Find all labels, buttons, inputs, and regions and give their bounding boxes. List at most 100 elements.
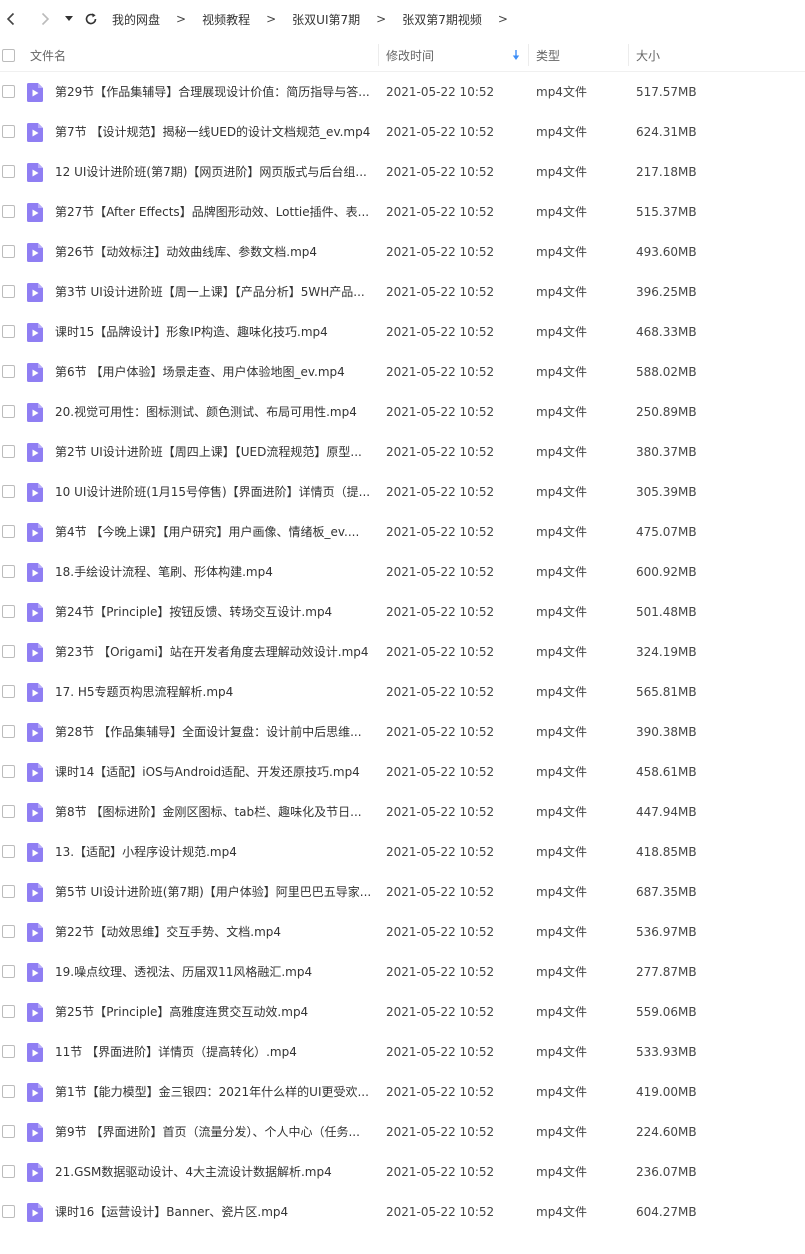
file-name[interactable]: 20.视觉可用性：图标测试、颜色测试、布局可用性.mp4 — [55, 392, 373, 432]
file-row[interactable]: 第28节 【作品集辅导】全面设计复盘：设计前中后思维... 2021-05-22… — [0, 712, 805, 752]
column-divider[interactable] — [528, 44, 529, 66]
row-checkbox[interactable] — [2, 1125, 15, 1138]
refresh-button[interactable] — [80, 0, 102, 38]
row-checkbox[interactable] — [2, 1085, 15, 1098]
file-name[interactable]: 13.【适配】小程序设计规范.mp4 — [55, 832, 373, 872]
file-name[interactable]: 11节 【界面进阶】详情页（提高转化）.mp4 — [55, 1032, 373, 1072]
file-name[interactable]: 课时14【适配】iOS与Android适配、开发还原技巧.mp4 — [55, 752, 373, 792]
row-checkbox[interactable] — [2, 725, 15, 738]
row-checkbox[interactable] — [2, 85, 15, 98]
row-checkbox[interactable] — [2, 805, 15, 818]
file-name[interactable]: 第24节【Principle】按钮反馈、转场交互设计.mp4 — [55, 592, 373, 632]
row-checkbox[interactable] — [2, 1205, 15, 1218]
file-name[interactable]: 19.噪点纹理、透视法、历届双11风格融汇.mp4 — [55, 952, 373, 992]
file-name[interactable]: 17. H5专题页构思流程解析.mp4 — [55, 672, 373, 712]
forward-button[interactable] — [30, 0, 60, 38]
file-row[interactable]: 第24节【Principle】按钮反馈、转场交互设计.mp4 2021-05-2… — [0, 592, 805, 632]
row-checkbox[interactable] — [2, 565, 15, 578]
file-name[interactable]: 第22节【动效思维】交互手势、文档.mp4 — [55, 912, 373, 952]
file-name[interactable]: 第8节 【图标进阶】金刚区图标、tab栏、趣味化及节日... — [55, 792, 373, 832]
file-name[interactable]: 课时16【运营设计】Banner、瓷片区.mp4 — [55, 1192, 373, 1232]
file-row[interactable]: 第7节 【设计规范】揭秘一线UED的设计文档规范_ev.mp4 2021-05-… — [0, 112, 805, 152]
file-row[interactable]: 18.手绘设计流程、笔刷、形体构建.mp4 2021-05-22 10:52 m… — [0, 552, 805, 592]
file-row[interactable]: 11节 【界面进阶】详情页（提高转化）.mp4 2021-05-22 10:52… — [0, 1032, 805, 1072]
file-name[interactable]: 第1节【能力模型】金三银四：2021年什么样的UI更受欢... — [55, 1072, 373, 1112]
row-checkbox[interactable] — [2, 325, 15, 338]
file-row[interactable]: 13.【适配】小程序设计规范.mp4 2021-05-22 10:52 mp4文… — [0, 832, 805, 872]
row-checkbox[interactable] — [2, 685, 15, 698]
file-row[interactable]: 第26节【动效标注】动效曲线库、参数文档.mp4 2021-05-22 10:5… — [0, 232, 805, 272]
file-row[interactable]: 课时15【品牌设计】形象IP构造、趣味化技巧.mp4 2021-05-22 10… — [0, 312, 805, 352]
select-all-checkbox[interactable] — [2, 48, 15, 62]
file-row[interactable]: 第27节【After Effects】品牌图形动效、Lottie插件、表... … — [0, 192, 805, 232]
file-row[interactable]: 12 UI设计进阶班(第7期)【网页进阶】网页版式与后台组... 2021-05… — [0, 152, 805, 192]
row-checkbox[interactable] — [2, 765, 15, 778]
row-checkbox[interactable] — [2, 365, 15, 378]
row-checkbox[interactable] — [2, 245, 15, 258]
file-name[interactable]: 第25节【Principle】高雅度连贯交互动效.mp4 — [55, 992, 373, 1032]
file-name[interactable]: 第23节 【Origami】站在开发者角度去理解动效设计.mp4 — [55, 632, 373, 672]
column-header-modified[interactable]: 修改时间 — [386, 38, 526, 72]
row-checkbox[interactable] — [2, 965, 15, 978]
column-header-size[interactable]: 大小 — [636, 38, 660, 72]
row-checkbox[interactable] — [2, 445, 15, 458]
row-checkbox[interactable] — [2, 1045, 15, 1058]
file-row[interactable]: 第4节 【今晚上课】【用户研究】用户画像、情绪板_ev.... 2021-05-… — [0, 512, 805, 552]
file-row[interactable]: 第22节【动效思维】交互手势、文档.mp4 2021-05-22 10:52 m… — [0, 912, 805, 952]
file-name[interactable]: 第27节【After Effects】品牌图形动效、Lottie插件、表... — [55, 192, 373, 232]
row-checkbox[interactable] — [2, 525, 15, 538]
file-row[interactable]: 第1节【能力模型】金三银四：2021年什么样的UI更受欢... 2021-05-… — [0, 1072, 805, 1112]
column-header-type[interactable]: 类型 — [536, 38, 560, 72]
breadcrumb-video-tutorials[interactable]: 视频教程 — [202, 11, 250, 28]
file-name[interactable]: 第4节 【今晚上课】【用户研究】用户画像、情绪板_ev.... — [55, 512, 373, 552]
row-checkbox[interactable] — [2, 165, 15, 178]
file-row[interactable]: 第9节 【界面进阶】首页（流量分发）、个人中心（任务... 2021-05-22… — [0, 1112, 805, 1152]
select-all-checkbox-cell[interactable] — [2, 38, 15, 72]
file-name[interactable]: 12 UI设计进阶班(第7期)【网页进阶】网页版式与后台组... — [55, 152, 373, 192]
row-checkbox[interactable] — [2, 285, 15, 298]
file-name[interactable]: 第5节 UI设计进阶班(第7期)【用户体验】阿里巴巴五导家... — [55, 872, 373, 912]
file-name[interactable]: 第26节【动效标注】动效曲线库、参数文档.mp4 — [55, 232, 373, 272]
history-dropdown-button[interactable] — [62, 0, 76, 38]
breadcrumb-my-drive[interactable]: 我的网盘 — [112, 11, 160, 28]
file-row[interactable]: 第25节【Principle】高雅度连贯交互动效.mp4 2021-05-22 … — [0, 992, 805, 1032]
file-row[interactable]: 第3节 UI设计进阶班【周一上课】【产品分析】5WH产品... 2021-05-… — [0, 272, 805, 312]
breadcrumb-current-folder[interactable]: 张双第7期视频 — [402, 11, 482, 28]
row-checkbox[interactable] — [2, 205, 15, 218]
file-row[interactable]: 19.噪点纹理、透视法、历届双11风格融汇.mp4 2021-05-22 10:… — [0, 952, 805, 992]
file-name[interactable]: 第9节 【界面进阶】首页（流量分发）、个人中心（任务... — [55, 1112, 373, 1152]
file-name[interactable]: 18.手绘设计流程、笔刷、形体构建.mp4 — [55, 552, 373, 592]
file-row[interactable]: 课时14【适配】iOS与Android适配、开发还原技巧.mp4 2021-05… — [0, 752, 805, 792]
file-name[interactable]: 第29节【作品集辅导】合理展现设计价值：简历指导与答... — [55, 72, 373, 112]
row-checkbox[interactable] — [2, 405, 15, 418]
file-row[interactable]: 10 UI设计进阶班(1月15号停售)【界面进阶】详情页（提... 2021-0… — [0, 472, 805, 512]
column-divider[interactable] — [378, 44, 379, 66]
file-row[interactable]: 课时16【运营设计】Banner、瓷片区.mp4 2021-05-22 10:5… — [0, 1192, 805, 1232]
file-row[interactable]: 21.GSM数据驱动设计、4大主流设计数据解析.mp4 2021-05-22 1… — [0, 1152, 805, 1192]
file-name[interactable]: 21.GSM数据驱动设计、4大主流设计数据解析.mp4 — [55, 1152, 373, 1192]
file-row[interactable]: 第5节 UI设计进阶班(第7期)【用户体验】阿里巴巴五导家... 2021-05… — [0, 872, 805, 912]
file-name[interactable]: 第7节 【设计规范】揭秘一线UED的设计文档规范_ev.mp4 — [55, 112, 373, 152]
file-row[interactable]: 第8节 【图标进阶】金刚区图标、tab栏、趣味化及节日... 2021-05-2… — [0, 792, 805, 832]
breadcrumb-course-folder[interactable]: 张双UI第7期 — [292, 11, 360, 28]
file-row[interactable]: 第29节【作品集辅导】合理展现设计价值：简历指导与答... 2021-05-22… — [0, 72, 805, 112]
row-checkbox[interactable] — [2, 605, 15, 618]
row-checkbox[interactable] — [2, 885, 15, 898]
row-checkbox[interactable] — [2, 1005, 15, 1018]
row-checkbox[interactable] — [2, 125, 15, 138]
row-checkbox[interactable] — [2, 485, 15, 498]
file-row[interactable]: 第23节 【Origami】站在开发者角度去理解动效设计.mp4 2021-05… — [0, 632, 805, 672]
file-row[interactable]: 20.视觉可用性：图标测试、颜色测试、布局可用性.mp4 2021-05-22 … — [0, 392, 805, 432]
row-checkbox[interactable] — [2, 845, 15, 858]
file-name[interactable]: 第6节 【用户体验】场景走查、用户体验地图_ev.mp4 — [55, 352, 373, 392]
file-name[interactable]: 第3节 UI设计进阶班【周一上课】【产品分析】5WH产品... — [55, 272, 373, 312]
row-checkbox[interactable] — [2, 645, 15, 658]
file-name[interactable]: 第2节 UI设计进阶班【周四上课】【UED流程规范】原型... — [55, 432, 373, 472]
file-row[interactable]: 第6节 【用户体验】场景走查、用户体验地图_ev.mp4 2021-05-22 … — [0, 352, 805, 392]
row-checkbox[interactable] — [2, 1165, 15, 1178]
back-button[interactable] — [0, 0, 22, 38]
file-name[interactable]: 10 UI设计进阶班(1月15号停售)【界面进阶】详情页（提... — [55, 472, 373, 512]
column-header-name[interactable]: 文件名 — [30, 38, 66, 72]
column-divider[interactable] — [628, 44, 629, 66]
file-row[interactable]: 第2节 UI设计进阶班【周四上课】【UED流程规范】原型... 2021-05-… — [0, 432, 805, 472]
